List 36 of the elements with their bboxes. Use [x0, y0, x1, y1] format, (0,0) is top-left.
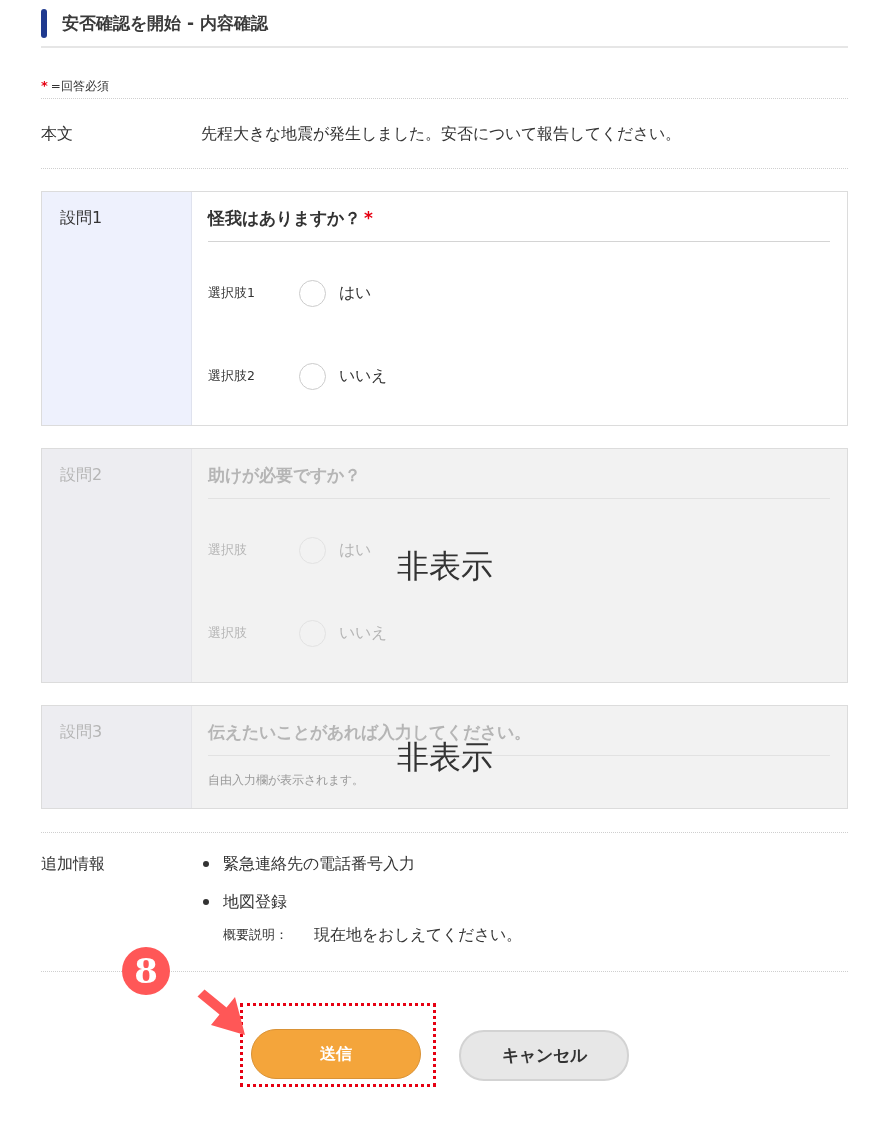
field-label: 本文 [41, 122, 73, 145]
detail-value: 現在地をおしえてください。 [314, 924, 522, 946]
question-title: 伝えたいことがあれば入力してください。 [208, 721, 531, 742]
info-item-text: 地図登録 [223, 891, 287, 913]
field-label: 追加情報 [41, 853, 105, 875]
info-item-text: 緊急連絡先の電話番号入力 [223, 853, 415, 875]
arrow-icon [197, 989, 245, 1035]
option-text: はい [339, 282, 371, 304]
question-title: 助けが必要ですか？ [208, 464, 361, 487]
detail-label: 概要説明： [223, 926, 288, 944]
cancel-button[interactable]: キャンセル [459, 1030, 629, 1081]
option-label: 選択肢2 [208, 367, 255, 385]
required-mark: * [364, 207, 373, 230]
step-number-badge: 8 [122, 947, 170, 995]
hidden-overlay-label: 非表示 [396, 548, 493, 583]
question-title: 怪我はありますか？ [208, 207, 361, 230]
radio-button[interactable] [299, 362, 326, 390]
required-mark: * [41, 78, 48, 94]
free-text-note: 自由入力欄が表示されます。 [208, 773, 364, 787]
bullet-icon [203, 861, 209, 867]
option-text: はい [339, 539, 371, 561]
question-number: 設問3 [60, 722, 103, 741]
option-text: いいえ [339, 622, 387, 644]
message-text: 先程大きな地震が発生しました。安否について報告してください。 [201, 122, 681, 145]
bullet-icon [203, 899, 209, 905]
radio-button[interactable] [299, 279, 326, 307]
hidden-overlay-label: 非表示 [396, 740, 493, 774]
question-number: 設問2 [60, 465, 103, 484]
option-label: 選択肢 [208, 624, 247, 642]
heading-accent-bar [41, 8, 47, 38]
required-legend: =回答必須 [50, 78, 109, 94]
option-label: 選択肢1 [208, 284, 255, 302]
option-text: いいえ [339, 365, 387, 387]
question-number: 設問1 [60, 208, 103, 227]
page-title: 安否確認を開始 - 内容確認 [62, 11, 268, 35]
option-label: 選択肢 [208, 541, 247, 559]
